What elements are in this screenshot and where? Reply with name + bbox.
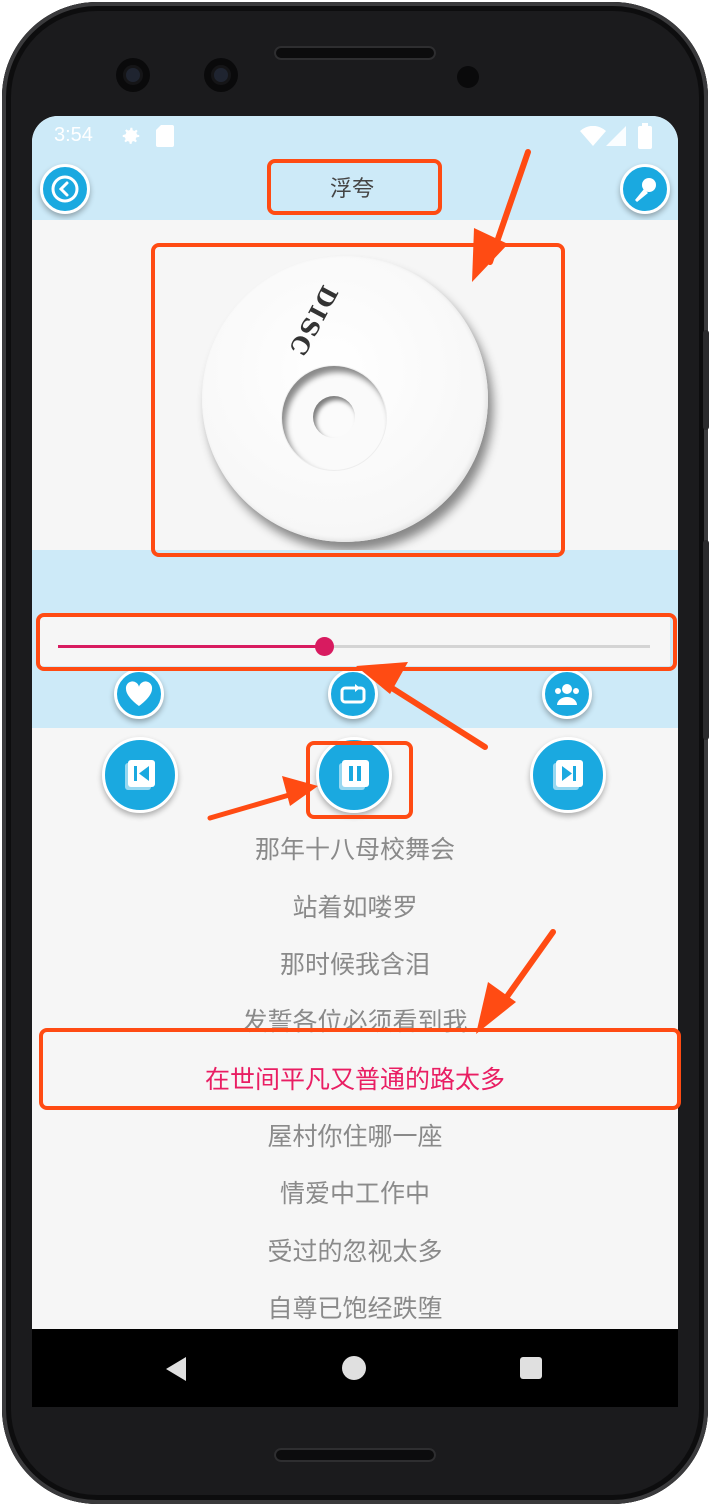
arrow-to-seekbar [381, 680, 488, 750]
arrowhead-seekbar [356, 662, 408, 694]
arrowhead-disc [472, 228, 508, 282]
annotation-arrows [207, 149, 556, 1034]
arrowhead-pause [282, 776, 318, 806]
arrow-to-pause [207, 790, 299, 821]
